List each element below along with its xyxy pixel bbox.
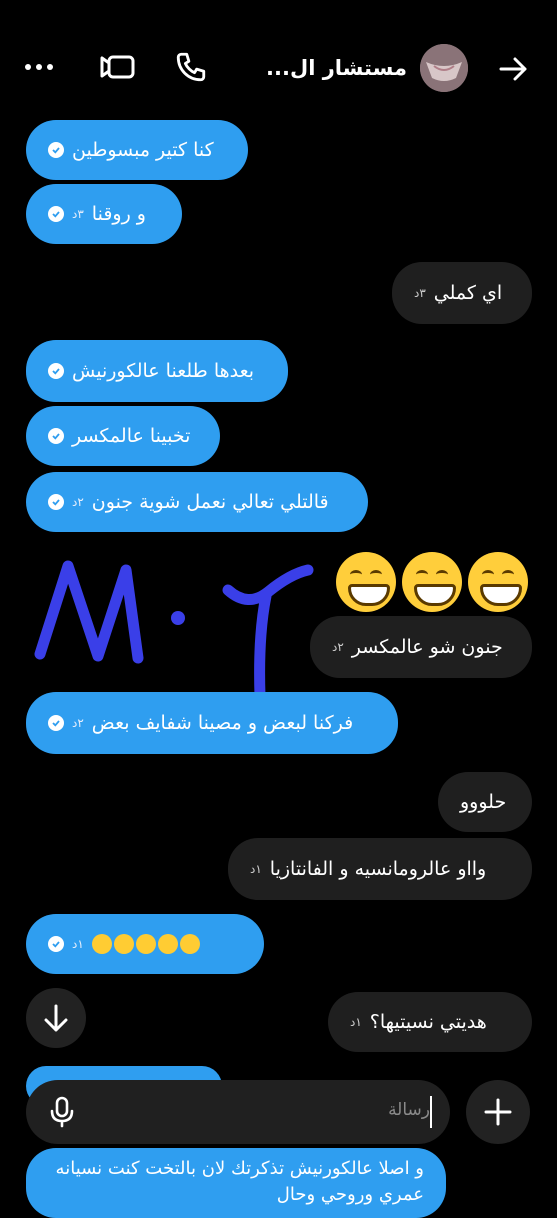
video-icon[interactable] xyxy=(100,52,136,82)
hand-over-mouth-emoji xyxy=(179,934,200,954)
read-check-icon xyxy=(48,206,64,222)
message-text: جنون شو عالمكسر xyxy=(351,636,503,658)
plus-icon xyxy=(484,1098,512,1126)
message-time: ٣د xyxy=(72,207,84,221)
message-input[interactable]: رسالة xyxy=(388,1100,430,1120)
scroll-down-button[interactable] xyxy=(26,988,86,1048)
message-composer[interactable]: رسالة xyxy=(26,1080,450,1144)
read-check-icon xyxy=(48,715,64,731)
message-bubble-sent[interactable]: تخبينا عالمكسر xyxy=(26,406,220,466)
message-bubble-sent[interactable]: و روقنا ٣د xyxy=(26,184,182,244)
message-text: حلووو xyxy=(460,791,507,813)
phone-icon[interactable] xyxy=(174,50,208,84)
hand-over-mouth-emoji xyxy=(157,934,178,954)
message-text: كنا كتير مبسوطين xyxy=(72,139,214,161)
message-time: ٢د xyxy=(332,640,344,654)
mic-icon[interactable] xyxy=(48,1096,76,1128)
message-text: قالتلي تعالي نعمل شوية جنون xyxy=(91,491,329,513)
more-icon[interactable] xyxy=(24,60,54,74)
handwriting-overlay xyxy=(28,546,328,710)
message-bubble-received[interactable]: هديتي نسيتيها؟ ١د xyxy=(328,992,532,1052)
message-text: بعدها طلعنا عالكورنيش xyxy=(72,360,255,382)
message-time: ٢د xyxy=(72,495,84,509)
read-check-icon xyxy=(48,936,64,952)
message-bubble-sent[interactable]: فركنا لبعض و مصينا شفايف بعض ٢د xyxy=(26,692,398,754)
message-bubble-sent[interactable]: بعدها طلعنا عالكورنيش xyxy=(26,340,288,402)
message-bubble-received[interactable]: حلووو xyxy=(438,772,532,832)
message-bubble-sent[interactable]: قالتلي تعالي نعمل شوية جنون ٢د xyxy=(26,472,368,532)
conversation-title[interactable]: مستشار ال... xyxy=(266,56,407,80)
rolling-laughing-emoji xyxy=(113,934,134,954)
message-time: ١د xyxy=(72,937,84,951)
read-check-icon xyxy=(48,494,64,510)
emoji-message[interactable] xyxy=(336,550,532,614)
read-check-icon xyxy=(48,363,64,379)
avatar[interactable] xyxy=(420,44,468,92)
message-bubble-sent-partial[interactable]: و اصلا عالكورنيش تذكرتك لان بالتخت كنت ن… xyxy=(26,1148,446,1218)
message-bubble-received[interactable]: اي كملي ٣د xyxy=(392,262,532,324)
arrow-down-icon xyxy=(44,1004,68,1032)
emoji-row xyxy=(91,934,200,954)
read-check-icon xyxy=(48,142,64,158)
message-time: ١د xyxy=(250,862,262,876)
message-bubble-received[interactable]: جنون شو عالمكسر ٢د xyxy=(310,616,532,678)
message-text: وااو عالرومانسيه و الفانتازيا xyxy=(269,858,487,880)
arrow-right-icon[interactable] xyxy=(498,54,530,84)
grinning-face-emoji xyxy=(402,552,462,612)
message-bubble-sent[interactable]: ١د xyxy=(26,914,264,974)
text-cursor xyxy=(430,1096,432,1128)
message-bubble-sent[interactable]: كنا كتير مبسوطين xyxy=(26,120,248,180)
grinning-face-emoji xyxy=(336,552,396,612)
message-time: ١د xyxy=(350,1015,362,1029)
message-text: تخبينا عالمكسر xyxy=(72,425,191,447)
message-text: و اصلا عالكورنيش تذكرتك لان بالتخت كنت ن… xyxy=(55,1158,424,1205)
message-time: ٢د xyxy=(72,716,84,730)
top-app-bar: مستشار ال... xyxy=(0,0,557,130)
attach-button[interactable] xyxy=(466,1080,530,1144)
rolling-laughing-emoji xyxy=(91,934,112,954)
message-time: ٣د xyxy=(414,286,426,300)
message-text: و روقنا xyxy=(91,203,146,225)
read-check-icon xyxy=(48,428,64,444)
message-text: هديتي نسيتيها؟ xyxy=(369,1011,487,1033)
grinning-face-emoji xyxy=(468,552,528,612)
message-text: اي كملي xyxy=(433,282,503,304)
message-text: فركنا لبعض و مصينا شفايف بعض xyxy=(91,712,354,734)
hand-over-mouth-emoji xyxy=(135,934,156,954)
message-bubble-received[interactable]: وااو عالرومانسيه و الفانتازيا ١د xyxy=(228,838,532,900)
